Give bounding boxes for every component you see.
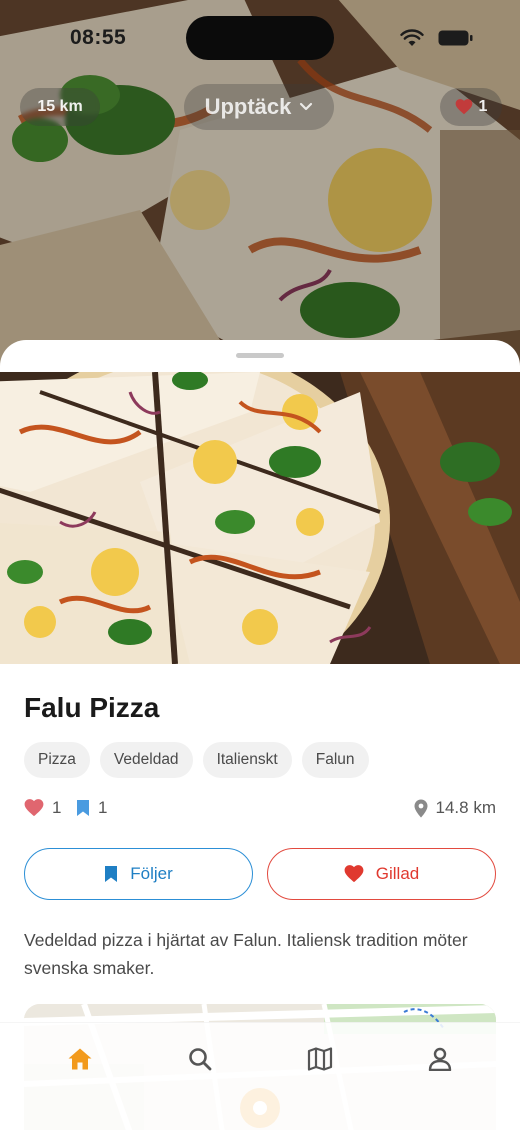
discover-label: Upptäck (204, 94, 292, 119)
tab-map[interactable] (300, 1043, 340, 1075)
distance-filter-button[interactable]: 15 km (20, 88, 100, 126)
tag-list: Pizza Vedeldad Italienskt Falun (24, 742, 369, 778)
chevron-down-icon (300, 102, 313, 111)
tag-chip[interactable]: Italienskt (202, 742, 292, 778)
status-time: 08:55 (70, 26, 127, 49)
dynamic-island (186, 16, 334, 60)
bookmark-icon (105, 866, 118, 882)
like-count: 1 (52, 798, 62, 817)
venue-detail-sheet: Falu Pizza Pizza Vedeldad Italienskt Fal… (0, 340, 520, 1130)
status-bar: 08:55 (0, 0, 520, 70)
venue-photo (0, 372, 520, 664)
search-icon (189, 1048, 212, 1071)
follow-button[interactable]: Följer (24, 848, 253, 900)
heart-icon (344, 865, 364, 883)
tab-home[interactable] (60, 1043, 100, 1075)
discover-dropdown[interactable]: Upptäck (184, 84, 334, 130)
bookmark-count: 1 (98, 798, 108, 817)
likes-counter-button[interactable]: 1 (440, 88, 502, 126)
venue-title: Falu Pizza (24, 692, 160, 723)
venue-description: Vedeldad pizza i hjärtat av Falun. Itali… (24, 930, 468, 978)
tag-chip[interactable]: Pizza (24, 742, 90, 778)
profile-icon (428, 1047, 452, 1071)
location-pin-icon (414, 799, 428, 817)
bookmark-stat: 1 (76, 798, 107, 818)
tab-search[interactable] (180, 1043, 220, 1075)
battery-icon (438, 30, 473, 46)
sheet-grabber[interactable] (236, 353, 284, 358)
follow-label: Följer (130, 864, 173, 883)
heart-icon (24, 799, 44, 817)
like-button[interactable]: Gillad (267, 848, 496, 900)
liked-label: Gillad (375, 864, 420, 883)
distance-filter-label: 15 km (37, 98, 83, 115)
tag-chip[interactable]: Falun (301, 742, 369, 778)
home-icon (68, 1048, 92, 1070)
distance-value: 14.8 km (435, 798, 496, 817)
tab-bar (0, 1022, 520, 1130)
tag-chip[interactable]: Vedeldad (99, 742, 193, 778)
wifi-icon (400, 29, 424, 46)
bookmark-icon (77, 800, 89, 816)
venue-stats: 1 1 14.8 km (24, 798, 496, 822)
distance-stat: 14.8 km (414, 798, 496, 818)
like-stat: 1 (24, 798, 61, 818)
map-icon (307, 1047, 333, 1071)
likes-count: 1 (478, 98, 488, 115)
tab-profile[interactable] (420, 1043, 460, 1075)
heart-icon (455, 99, 472, 115)
